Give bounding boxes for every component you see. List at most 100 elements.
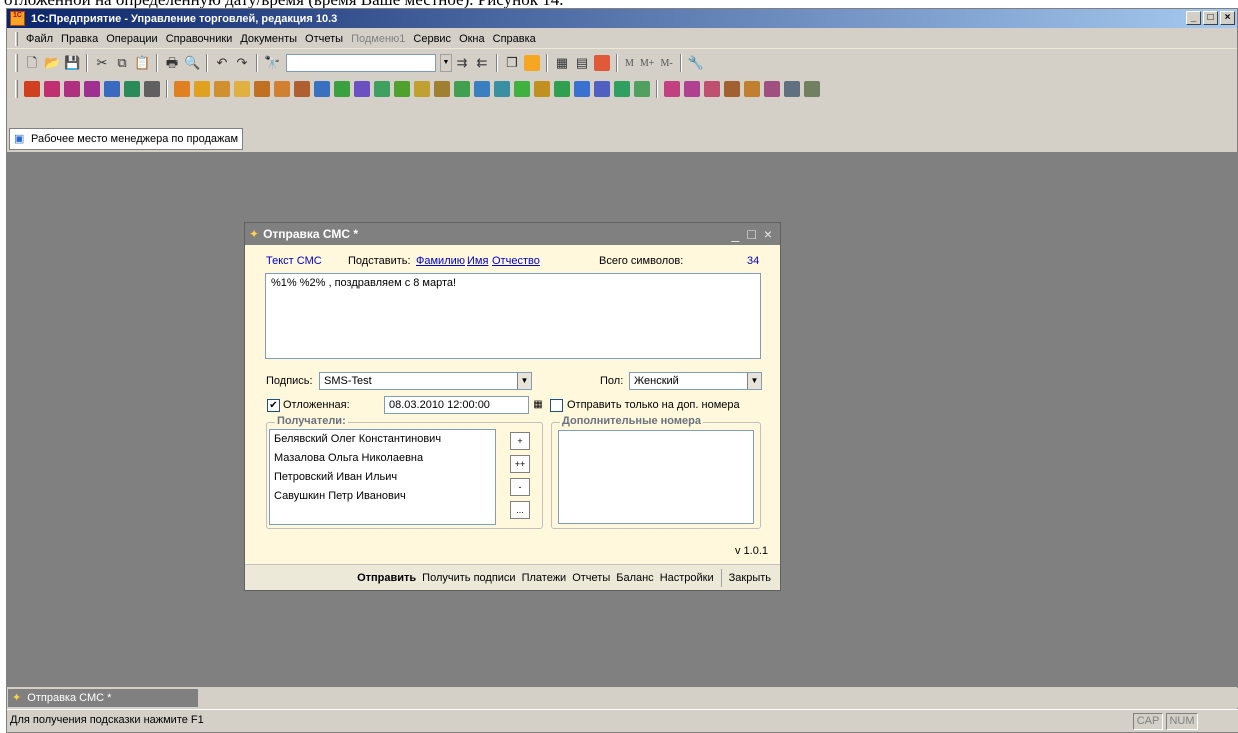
signature-icon[interactable] bbox=[144, 81, 160, 97]
memory-m-button[interactable]: M bbox=[625, 58, 634, 69]
toolbar-grip[interactable] bbox=[15, 54, 18, 72]
warehouse-icon[interactable] bbox=[254, 81, 270, 97]
cut-icon[interactable]: ✂ bbox=[94, 55, 110, 71]
menu-operations[interactable]: Операции bbox=[102, 33, 161, 45]
taskbar-tab-sms[interactable]: ✦ Отправка СМС * bbox=[8, 689, 198, 707]
user-icon[interactable] bbox=[594, 55, 610, 71]
maximize-button[interactable]: □ bbox=[1203, 11, 1218, 25]
signature-combo[interactable]: SMS-Test ▼ bbox=[319, 372, 532, 390]
settlement-icon[interactable] bbox=[574, 81, 590, 97]
document-journal-icon[interactable] bbox=[24, 81, 40, 97]
sms-text-input[interactable]: %1% %2% , поздравляем с 8 марта! bbox=[265, 273, 761, 359]
menu-windows[interactable]: Окна bbox=[455, 33, 489, 45]
1c-help-icon[interactable] bbox=[524, 55, 540, 71]
contacts-icon[interactable] bbox=[234, 81, 250, 97]
menu-catalogs[interactable]: Справочники bbox=[162, 33, 237, 45]
list-item[interactable]: Савушкин Петр Иванович bbox=[270, 487, 495, 506]
delayed-checkbox[interactable]: ✔ bbox=[267, 399, 280, 412]
payment-icon[interactable] bbox=[554, 81, 570, 97]
prices-icon[interactable] bbox=[294, 81, 310, 97]
windows-icon[interactable]: ❐ bbox=[504, 55, 520, 71]
orders-icon[interactable] bbox=[44, 81, 60, 97]
find-icon[interactable]: 🔭 bbox=[264, 55, 280, 71]
sms-dialog-titlebar[interactable]: ✦ Отправка СМС * _ □ × bbox=[245, 223, 780, 245]
contracts-icon[interactable] bbox=[764, 81, 780, 97]
signature-tool-icon[interactable] bbox=[804, 81, 820, 97]
goods-icon[interactable] bbox=[274, 81, 290, 97]
toolbar-grip[interactable] bbox=[15, 80, 18, 98]
insert-name-link[interactable]: Имя bbox=[467, 255, 488, 267]
close-button[interactable]: × bbox=[1220, 11, 1235, 25]
list-item[interactable]: Петровский Иван Ильич bbox=[270, 468, 495, 487]
bank-out-icon[interactable] bbox=[374, 81, 390, 97]
select-recipients-button[interactable]: ... bbox=[510, 501, 530, 519]
search-dropdown-button[interactable]: ▼ bbox=[440, 54, 452, 72]
extra-numbers-list[interactable] bbox=[558, 430, 754, 524]
new-document-icon[interactable]: 🗋 bbox=[24, 55, 40, 71]
close-dialog-button[interactable]: Закрыть bbox=[726, 572, 774, 584]
open-icon[interactable]: 📂 bbox=[44, 55, 60, 71]
get-signatures-button[interactable]: Получить подписи bbox=[419, 572, 518, 584]
recipients-list[interactable]: Белявский Олег Константинович Мазалова О… bbox=[269, 429, 496, 525]
minimize-button[interactable]: _ bbox=[1186, 11, 1201, 25]
events-icon[interactable] bbox=[684, 81, 700, 97]
gender-combo[interactable]: Женский ▼ bbox=[629, 372, 762, 390]
report-icon[interactable] bbox=[614, 81, 630, 97]
search-input[interactable] bbox=[286, 54, 436, 72]
tasks-icon[interactable] bbox=[724, 81, 740, 97]
calendar-events-icon[interactable] bbox=[744, 81, 760, 97]
menu-edit[interactable]: Правка bbox=[57, 33, 102, 45]
signature-dropdown-icon[interactable]: ▼ bbox=[517, 373, 531, 389]
dialog-close-button[interactable]: × bbox=[764, 226, 772, 242]
customers-icon[interactable] bbox=[174, 81, 190, 97]
list-item[interactable]: Мазалова Ольга Николаевна bbox=[270, 449, 495, 468]
list-item[interactable]: Белявский Олег Константинович bbox=[270, 430, 495, 449]
sales-manager-workplace-button[interactable]: ▣ Рабочее место менеджера по продажам bbox=[9, 128, 244, 150]
send-button[interactable]: Отправить bbox=[354, 572, 419, 584]
menu-file[interactable]: Файл bbox=[22, 33, 57, 45]
find-prev-icon[interactable]: ⇇ bbox=[474, 55, 490, 71]
undo-icon[interactable]: ↶ bbox=[214, 55, 230, 71]
chart-icon[interactable] bbox=[634, 81, 650, 97]
menu-service[interactable]: Сервис bbox=[409, 33, 455, 45]
employees-icon[interactable] bbox=[104, 81, 120, 97]
delivery-icon[interactable] bbox=[494, 81, 510, 97]
menu-reports[interactable]: Отчеты bbox=[301, 33, 347, 45]
purchase-icon[interactable] bbox=[534, 81, 550, 97]
invoices-icon[interactable] bbox=[64, 81, 80, 97]
save-icon[interactable]: 💾 bbox=[64, 55, 80, 71]
dialog-maximize-button[interactable]: □ bbox=[747, 226, 755, 242]
balance-button[interactable]: Баланс bbox=[613, 572, 656, 584]
copy-icon[interactable]: ⧉ bbox=[114, 55, 130, 71]
only-extra-checkbox[interactable] bbox=[550, 399, 563, 412]
analysis-icon[interactable] bbox=[594, 81, 610, 97]
paste-icon[interactable]: 📋 bbox=[134, 55, 150, 71]
add-all-recipients-button[interactable]: ++ bbox=[510, 455, 530, 473]
sale-icon[interactable] bbox=[514, 81, 530, 97]
partners-icon[interactable] bbox=[214, 81, 230, 97]
menu-help[interactable]: Справка bbox=[489, 33, 540, 45]
insert-patronymic-link[interactable]: Отчество bbox=[492, 255, 540, 267]
notes-icon[interactable] bbox=[784, 81, 800, 97]
bank-in-icon[interactable] bbox=[354, 81, 370, 97]
inventory-icon[interactable] bbox=[414, 81, 430, 97]
delayed-datetime-input[interactable]: 08.03.2010 12:00:00 bbox=[384, 396, 529, 414]
reserve-icon[interactable] bbox=[434, 81, 450, 97]
find-next-icon[interactable]: ⇉ bbox=[454, 55, 470, 71]
cash-out-icon[interactable] bbox=[334, 81, 350, 97]
insert-surname-link[interactable]: Фамилию bbox=[416, 255, 465, 267]
tools-icon[interactable]: 🔧 bbox=[688, 55, 704, 71]
reports-button[interactable]: Отчеты bbox=[569, 572, 613, 584]
settings-button[interactable]: Настройки bbox=[657, 572, 717, 584]
calculator-icon[interactable]: ▦ bbox=[554, 55, 570, 71]
menu-submenu1[interactable]: Подменю1 bbox=[347, 33, 409, 45]
memory-minus-button[interactable]: M- bbox=[660, 58, 672, 69]
menu-documents[interactable]: Документы bbox=[236, 33, 301, 45]
shipment-icon[interactable] bbox=[474, 81, 490, 97]
payments-button[interactable]: Платежи bbox=[519, 572, 570, 584]
mail-icon[interactable] bbox=[704, 81, 720, 97]
menu-grip[interactable] bbox=[15, 31, 18, 46]
add-recipient-button[interactable]: + bbox=[510, 432, 530, 450]
gender-dropdown-icon[interactable]: ▼ bbox=[747, 373, 761, 389]
memory-plus-button[interactable]: M+ bbox=[640, 58, 655, 69]
